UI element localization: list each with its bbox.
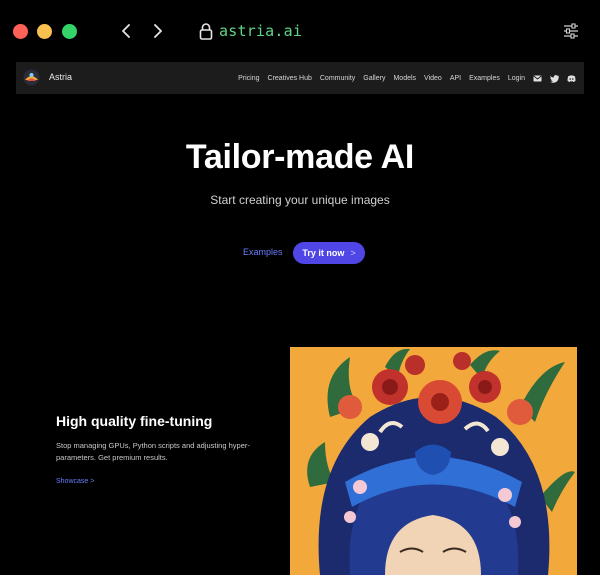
nav-link-examples[interactable]: Examples [469,75,500,82]
nav-link-models[interactable]: Models [393,75,416,82]
forward-arrow-icon[interactable] [149,21,167,41]
site-navbar: Astria Pricing Creatives Hub Community G… [16,62,584,94]
chevron-right-icon: > [90,478,95,485]
examples-link[interactable]: Examples [243,247,283,257]
settings-sliders-icon[interactable] [563,23,579,39]
back-arrow-icon[interactable] [117,21,135,41]
minimize-window-button[interactable] [37,24,52,39]
hero-subtitle: Start creating your unique images [210,193,390,207]
nav-link-creatives-hub[interactable]: Creatives Hub [268,75,312,82]
lock-icon [199,23,213,40]
nav-link-pricing[interactable]: Pricing [238,75,259,82]
nav-link-video[interactable]: Video [424,75,442,82]
nav-link-gallery[interactable]: Gallery [363,75,385,82]
discord-icon[interactable] [567,74,576,83]
artwork-illustration [290,347,577,575]
nav-link-api[interactable]: API [450,75,461,82]
maximize-window-button[interactable] [62,24,77,39]
nav-link-community[interactable]: Community [320,75,355,82]
hero-title: Tailor-made AI [185,138,415,176]
twitter-icon[interactable] [550,74,559,83]
try-it-now-label: Try it now [302,248,345,258]
hero-artwork-image [290,347,577,575]
brand-name[interactable]: Astria [49,72,72,82]
mail-icon[interactable] [533,74,542,83]
showcase-link[interactable]: Showcase > [56,478,94,485]
browser-window: astria.ai Astria Pricing Creatives Hub C… [0,0,600,575]
web-page: Astria Pricing Creatives Hub Community G… [16,62,584,575]
try-it-now-button[interactable]: Try it now > [293,242,365,264]
feature-title: High quality fine-tuning [56,413,213,429]
chevron-right-icon: > [350,248,356,258]
astria-logo-icon[interactable] [23,69,40,86]
browser-toolbar: astria.ai [0,0,600,62]
feature-description: Stop managing GPUs, Python scripts and a… [56,441,250,462]
nav-links: Pricing Creatives Hub Community Gallery … [238,62,576,94]
nav-link-login[interactable]: Login [508,75,525,82]
address-bar-url[interactable]: astria.ai [219,22,302,40]
close-window-button[interactable] [13,24,28,39]
showcase-label: Showcase [56,478,89,485]
